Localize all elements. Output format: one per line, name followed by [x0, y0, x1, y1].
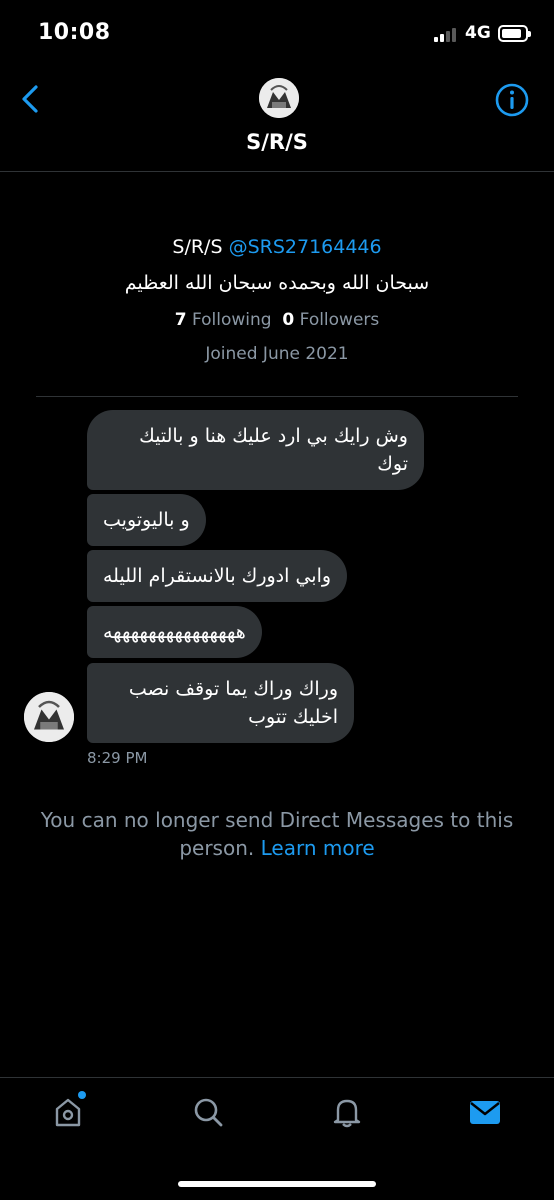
dm-disabled-notice: You can no longer send Direct Messages t…: [30, 806, 524, 862]
following-label[interactable]: Following: [192, 310, 272, 330]
profile-stats: 7 Following 0 Followers: [0, 310, 554, 330]
divider: [36, 396, 518, 397]
learn-more-link[interactable]: Learn more: [261, 836, 375, 860]
following-count[interactable]: 7: [175, 310, 187, 330]
notification-dot: [78, 1091, 86, 1099]
message-bubble[interactable]: هههههههههههههههه: [87, 606, 262, 658]
notifications-icon: [333, 1099, 361, 1128]
profile-bio: سبحان الله وبحمده سبحان الله العظيم: [124, 272, 430, 294]
profile-name: S/R/S: [172, 236, 223, 258]
home-indicator: [178, 1181, 376, 1187]
tab-home[interactable]: [50, 1094, 86, 1130]
logo-icon: [24, 692, 74, 742]
info-button[interactable]: [494, 82, 530, 118]
battery-icon: [498, 25, 531, 42]
tab-search[interactable]: [190, 1094, 226, 1130]
search-icon: [194, 1098, 223, 1127]
message-bubble[interactable]: وش رايك بي ارد عليك هنا و بالتيك توك: [87, 410, 424, 490]
avatar[interactable]: [259, 78, 299, 118]
header-title: S/R/S: [246, 130, 308, 154]
followers-count[interactable]: 0: [282, 310, 294, 330]
info-icon: [495, 83, 529, 117]
messages-icon: [470, 1101, 500, 1124]
sender-avatar[interactable]: [24, 692, 74, 742]
back-button[interactable]: [14, 82, 48, 116]
joined-date: Joined June 2021: [205, 344, 349, 364]
tab-notifications[interactable]: [329, 1094, 365, 1130]
message-timestamp: 8:29 PM: [87, 749, 148, 767]
message-bubble[interactable]: و باليوتويب: [87, 494, 206, 546]
tab-messages[interactable]: [467, 1094, 503, 1130]
profile-handle[interactable]: @SRS27164446: [229, 236, 382, 258]
status-bar: 10:08 4G: [0, 0, 554, 66]
message-bubble[interactable]: وراك وراك يما توقف نصب اخليك تتوب: [87, 663, 354, 743]
network-type: 4G: [465, 23, 491, 43]
logo-icon: [259, 78, 299, 118]
signal-icon: [434, 28, 460, 42]
profile-summary: S/R/S @SRS27164446 سبحان الله وبحمده سبح…: [0, 236, 554, 364]
home-icon: [55, 1098, 81, 1127]
status-time: 10:08: [38, 20, 111, 45]
message-bubble[interactable]: وابي ادورك بالانستقرام الليله: [87, 550, 348, 602]
followers-label[interactable]: Followers: [300, 310, 380, 330]
conversation-header: S/R/S: [0, 66, 554, 172]
chevron-left-icon: [22, 85, 38, 113]
